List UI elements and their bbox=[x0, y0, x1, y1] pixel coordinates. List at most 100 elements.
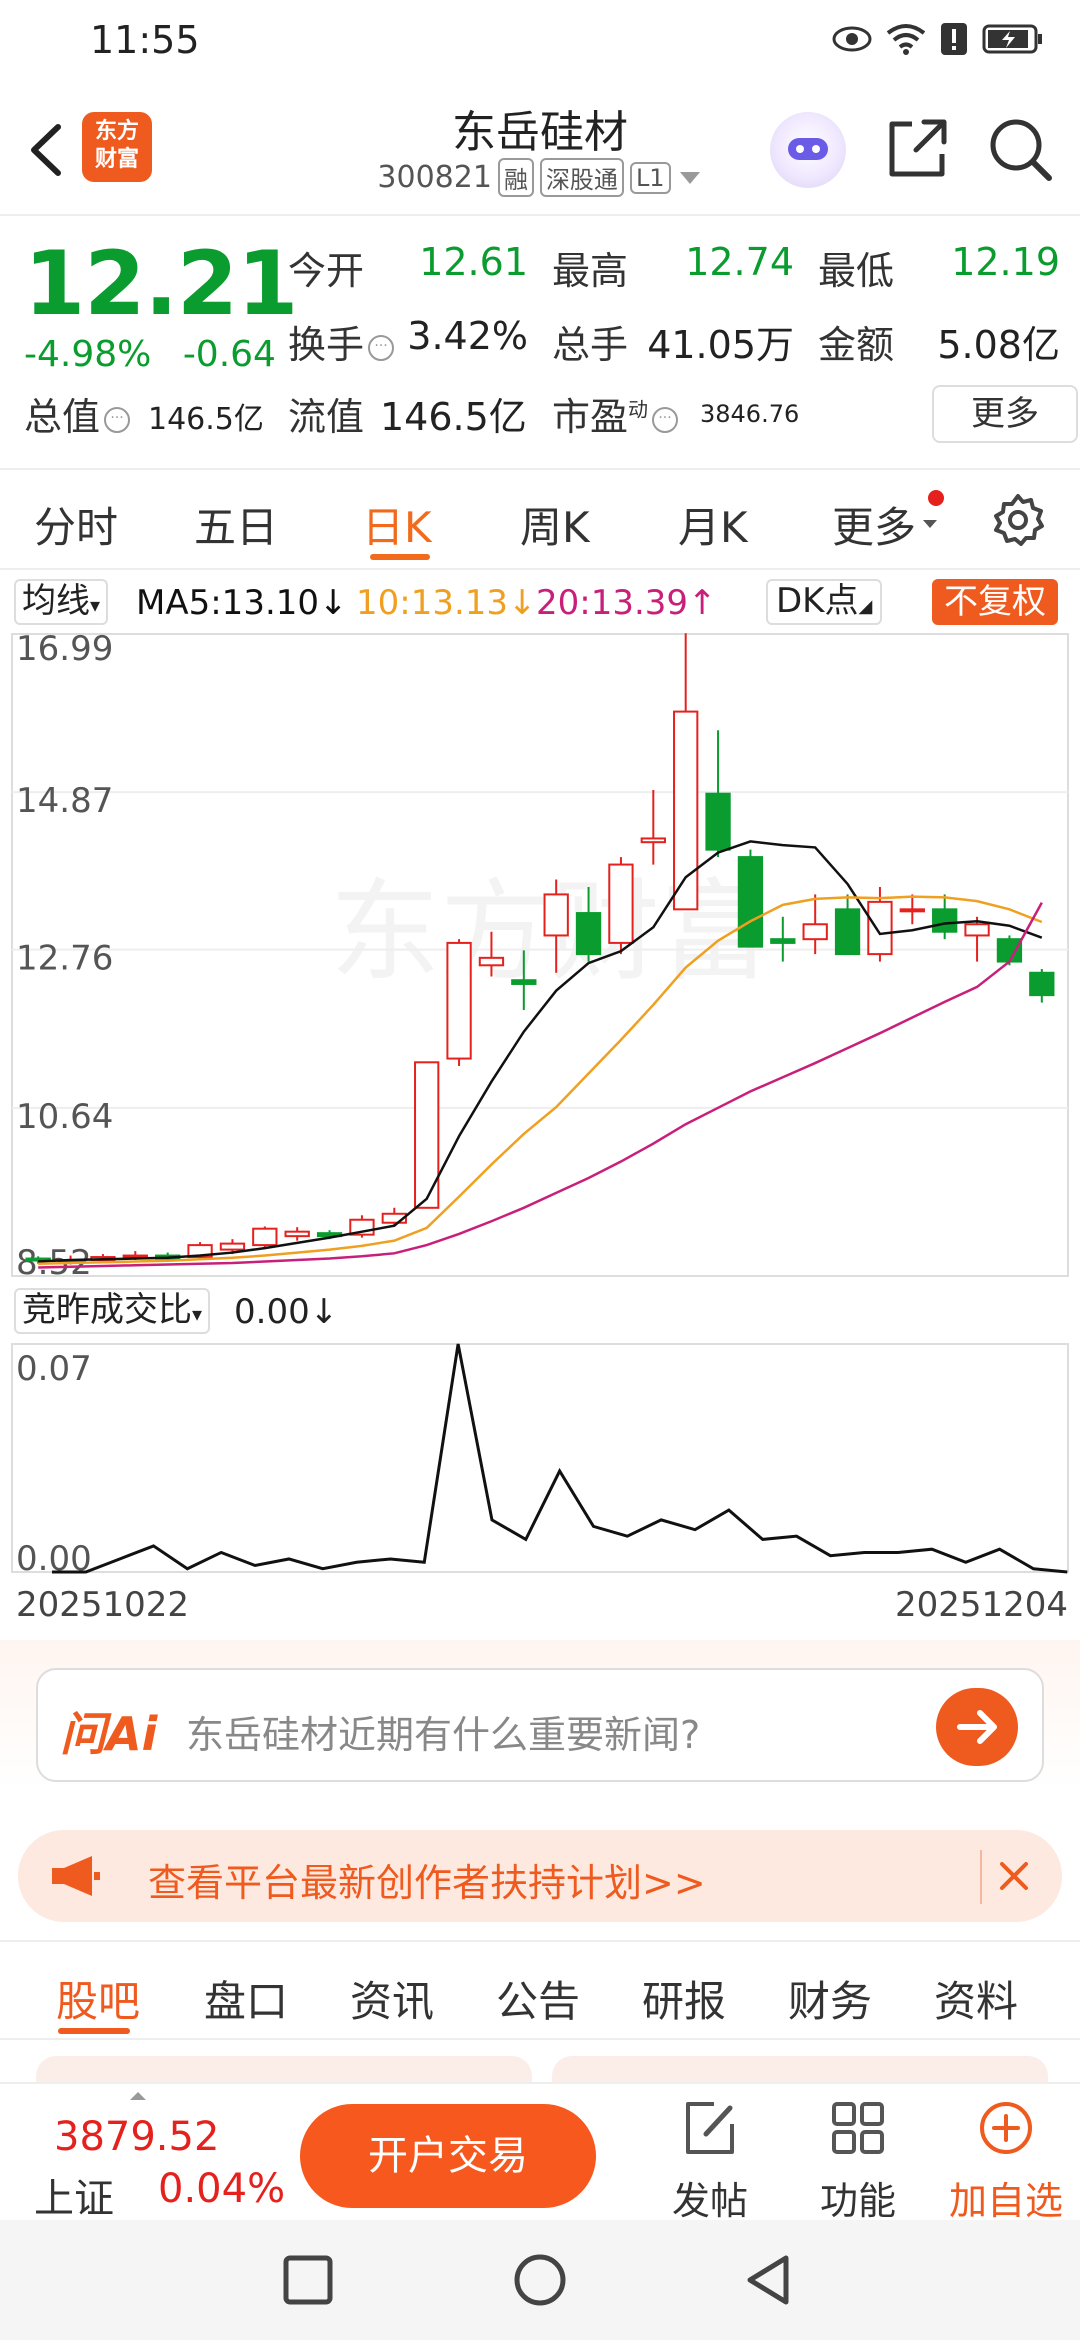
search-button[interactable] bbox=[985, 114, 1055, 184]
alert-icon bbox=[941, 23, 967, 55]
volume-ratio-bar: 竞昨成交比▾ 0.00↓ bbox=[0, 1288, 1080, 1338]
functions-button[interactable]: 功能 bbox=[798, 2098, 918, 2225]
candle-body bbox=[511, 979, 537, 985]
price-change: -4.98% -0.64 bbox=[24, 334, 276, 375]
candle-body bbox=[478, 956, 505, 967]
tab-announcements[interactable]: 公告 bbox=[496, 1968, 580, 2029]
system-navbar bbox=[0, 2220, 1080, 2340]
candle-body bbox=[996, 938, 1023, 963]
tab-more-periods[interactable]: 更多 bbox=[832, 494, 916, 555]
caret-down-icon bbox=[923, 520, 937, 528]
candle-body bbox=[932, 908, 958, 933]
add-watchlist-label: 加自选 bbox=[948, 2179, 1063, 2223]
change-amount: -0.64 bbox=[182, 334, 276, 375]
ma-legend: 均线▾ MA5:13.10↓ 10:13.13↓ 20:13.39↑ DK点◢ … bbox=[0, 575, 1080, 627]
settings-gear-icon[interactable] bbox=[990, 492, 1046, 548]
battery-icon bbox=[982, 24, 1042, 54]
high-label: 最高 bbox=[552, 249, 629, 293]
open-value: 12.61 bbox=[419, 240, 528, 284]
candle-body bbox=[705, 792, 731, 851]
volume-ratio-chart[interactable]: 0.070.00 bbox=[0, 1340, 1080, 1580]
pe-label[interactable]: 市盈动 ··· bbox=[552, 386, 679, 441]
post-button[interactable]: 发帖 bbox=[650, 2098, 770, 2225]
indicator-select[interactable]: 竞昨成交比▾ bbox=[14, 1288, 211, 1334]
recents-icon[interactable] bbox=[282, 2254, 334, 2306]
ai-placeholder: 东岳硅材近期有什么重要新闻? bbox=[186, 1713, 701, 1757]
eye-icon bbox=[832, 26, 872, 52]
index-value[interactable]: 3879.52 bbox=[54, 2114, 219, 2160]
promo-text: 查看平台最新创作者扶持计划>> bbox=[148, 1861, 706, 1905]
index-name[interactable]: 上证 bbox=[34, 2166, 114, 2224]
search-icon bbox=[990, 119, 1052, 181]
candle-body bbox=[252, 1227, 278, 1247]
candle-body bbox=[284, 1230, 310, 1238]
candle-body bbox=[802, 923, 828, 941]
wifi-icon bbox=[886, 24, 926, 55]
kline-chart[interactable]: 东方财富 16.9914.8712.7610.648.52 bbox=[0, 630, 1080, 1280]
candle-body bbox=[575, 912, 602, 956]
candle-body bbox=[414, 1061, 440, 1209]
grid-icon bbox=[832, 2102, 884, 2154]
pe-value: 3846.76 bbox=[700, 400, 800, 428]
share-icon bbox=[889, 119, 947, 177]
post-label: 发帖 bbox=[671, 2179, 748, 2223]
current-price: 12.21 bbox=[24, 232, 298, 335]
promo-banner[interactable]: 查看平台最新创作者扶持计划>> bbox=[18, 1830, 1062, 1922]
tab-orderbook[interactable]: 盘口 bbox=[204, 1968, 288, 2029]
tab-financials[interactable]: 财务 bbox=[788, 1968, 872, 2029]
date-start: 20251022 bbox=[16, 1585, 190, 1625]
candle-body bbox=[446, 941, 472, 1060]
tag-level: L1 bbox=[629, 161, 671, 194]
ma-toggle-button[interactable]: 均线▾ bbox=[14, 579, 109, 625]
open-account-button[interactable]: 开户交易 bbox=[300, 2104, 596, 2208]
date-end: 20251204 bbox=[894, 1585, 1068, 1625]
tab-monthly-k[interactable]: 月K bbox=[678, 494, 748, 555]
more-quote-button[interactable]: 更多 bbox=[932, 385, 1078, 443]
ai-question-box[interactable]: 问Ai 东岳硅材近期有什么重要新闻? bbox=[36, 1668, 1044, 1782]
index-percent[interactable]: 0.04% bbox=[158, 2166, 285, 2212]
promo-close-button[interactable] bbox=[980, 1850, 1040, 1904]
active-content-underline bbox=[58, 2028, 130, 2034]
float-value: 146.5亿 bbox=[380, 395, 527, 439]
ai-submit-button[interactable] bbox=[936, 1688, 1018, 1766]
functions-label: 功能 bbox=[819, 2179, 896, 2223]
low-label: 最低 bbox=[818, 249, 895, 293]
ma20-value: 20:13.39↑ bbox=[536, 583, 717, 623]
add-watchlist-button[interactable]: 加自选 bbox=[946, 2098, 1066, 2225]
back-nav-icon[interactable] bbox=[742, 2252, 794, 2308]
candle-body bbox=[834, 908, 861, 956]
volume-value: 41.05万 bbox=[647, 323, 794, 367]
assistant-avatar[interactable] bbox=[770, 112, 846, 188]
candle-body bbox=[608, 863, 634, 944]
tab-forum[interactable]: 股吧 bbox=[56, 1968, 140, 2029]
dk-point-button[interactable]: DK点◢ bbox=[766, 579, 883, 625]
candle-body bbox=[640, 837, 666, 844]
turnover-label[interactable]: 换手 ··· bbox=[288, 314, 395, 369]
caret-down-icon bbox=[679, 171, 700, 184]
candle-body bbox=[770, 938, 796, 944]
tab-news[interactable]: 资讯 bbox=[350, 1968, 434, 2029]
tab-profile[interactable]: 资料 bbox=[934, 1968, 1018, 2029]
y-tick-label: 10.64 bbox=[16, 1097, 113, 1137]
ai-logo: 问Ai bbox=[60, 1707, 158, 1761]
status-icons bbox=[832, 22, 1044, 56]
y-tick-label: 0.07 bbox=[16, 1349, 92, 1389]
edit-icon bbox=[686, 2102, 734, 2154]
tab-five-day[interactable]: 五日 bbox=[194, 494, 278, 555]
tab-weekly-k[interactable]: 周K bbox=[520, 494, 590, 555]
volume-ratio-value: 0.00↓ bbox=[234, 1292, 339, 1332]
home-icon[interactable] bbox=[512, 2252, 568, 2308]
close-icon bbox=[1000, 1862, 1028, 1890]
float-label: 流值 bbox=[288, 395, 365, 439]
candle-body bbox=[219, 1242, 246, 1251]
megaphone-icon bbox=[52, 1856, 100, 1896]
tab-intraday[interactable]: 分时 bbox=[34, 494, 118, 555]
mktcap-label[interactable]: 总值 ··· bbox=[24, 386, 131, 441]
candle-body bbox=[1029, 971, 1055, 997]
tab-research[interactable]: 研报 bbox=[642, 1968, 726, 2029]
no-adjust-button[interactable]: 不复权 bbox=[932, 579, 1058, 625]
candle-body bbox=[899, 908, 925, 913]
tab-daily-k[interactable]: 日K bbox=[362, 494, 432, 555]
active-tab-underline bbox=[370, 554, 430, 560]
share-button[interactable] bbox=[882, 114, 952, 184]
